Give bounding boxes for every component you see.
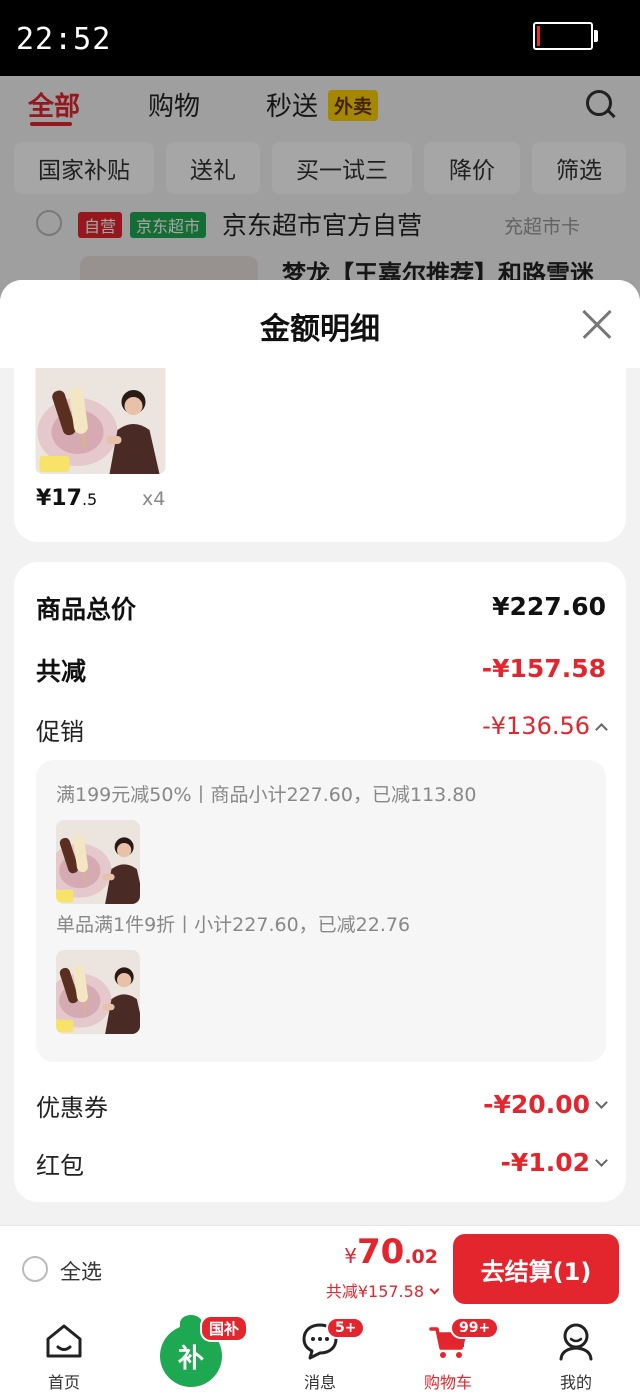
promotion-label: 促销 <box>36 718 84 746</box>
total-reduce-label: 共减 <box>36 657 87 686</box>
product-quantity: x4 <box>142 488 166 510</box>
status-bar: 22:52 <box>0 0 640 76</box>
nav-messages[interactable]: 5+ 消息 <box>256 1313 384 1400</box>
promo-rule-2: 单品满1件9折丨小计227.60，已减22.76 <box>56 914 411 936</box>
status-time: 22:52 <box>16 22 112 57</box>
promo-1-product-image <box>56 820 140 904</box>
promo-rule-1: 满199元减50%丨商品小计227.60，已减113.80 <box>56 784 477 806</box>
total-int: 70 <box>357 1232 405 1272</box>
bottom-tab-bar: 首页 补 国补 5+ 消息 99+ 购物车 我的 <box>0 1313 640 1400</box>
nav-cart[interactable]: 99+ 购物车 <box>384 1313 512 1400</box>
chevron-down-icon <box>429 1284 440 1295</box>
total-price-label: 商品总价 <box>36 595 137 624</box>
select-all-radio[interactable] <box>22 1256 48 1282</box>
profile-icon <box>559 1323 593 1361</box>
product-image <box>35 368 166 474</box>
battery-icon <box>533 22 593 50</box>
total-reduce-value: -¥157.58 <box>481 654 606 683</box>
nav-profile[interactable]: 我的 <box>512 1313 640 1400</box>
redpacket-value: -¥1.02 <box>500 1148 590 1177</box>
nav-profile-label: 我的 <box>559 1373 592 1392</box>
total-amount: ¥70.02 <box>344 1232 438 1272</box>
total-saved-toggle[interactable]: 共减¥157.58 <box>325 1278 440 1302</box>
nav-messages-label: 消息 <box>303 1373 336 1392</box>
close-icon[interactable] <box>582 310 612 340</box>
total-price-value: ¥227.60 <box>492 592 606 621</box>
promo-2-product-image <box>56 950 140 1034</box>
battery-tip <box>594 30 598 42</box>
total-saved-text: 共减¥157.58 <box>325 1282 424 1301</box>
product-price-int: ¥17 <box>36 486 82 511</box>
total-currency: ¥ <box>344 1244 357 1268</box>
subsidy-badge: 国补 <box>200 1315 249 1342</box>
home-icon <box>46 1324 82 1358</box>
promotion-value: -¥136.56 <box>482 712 590 740</box>
sheet-header: 金额明细 <box>0 280 640 368</box>
chevron-down-icon <box>595 1095 608 1109</box>
chevron-up-icon <box>595 722 608 736</box>
messages-badge: 5+ <box>326 1317 366 1339</box>
checkout-button[interactable]: 去结算(1) <box>453 1234 619 1304</box>
product-card: ¥17.5 x4 <box>14 368 626 542</box>
dim-overlay[interactable] <box>0 76 640 306</box>
amount-detail-sheet: 金额明细 ¥17.5 x4 商品总价 ¥227.60 共减 -¥157.58 促… <box>0 280 640 1225</box>
nav-home-label: 首页 <box>47 1373 80 1392</box>
total-dec: .02 <box>404 1246 438 1268</box>
nav-cart-label: 购物车 <box>423 1373 472 1392</box>
nav-home[interactable]: 首页 <box>0 1313 128 1400</box>
checkout-bar: 全选 ¥70.02 共减¥157.58 去结算(1) <box>0 1225 640 1314</box>
sheet-title: 金额明细 <box>260 312 380 347</box>
select-all-label[interactable]: 全选 <box>60 1256 102 1286</box>
coupon-value: -¥20.00 <box>483 1090 590 1119</box>
promotion-toggle[interactable]: -¥136.56 <box>482 712 608 740</box>
summary-card: 商品总价 ¥227.60 共减 -¥157.58 促销 -¥136.56 满19… <box>14 562 626 1202</box>
chevron-down-icon <box>595 1153 608 1167</box>
redpacket-toggle[interactable]: -¥1.02 <box>500 1148 608 1177</box>
redpacket-label: 红包 <box>36 1152 84 1180</box>
product-price: ¥17.5 <box>36 486 97 511</box>
nav-subsidy[interactable]: 补 国补 <box>128 1313 256 1400</box>
product-price-dec: .5 <box>81 490 98 509</box>
coupon-label: 优惠券 <box>36 1094 108 1122</box>
coupon-toggle[interactable]: -¥20.00 <box>483 1090 608 1119</box>
cart-badge: 99+ <box>450 1317 500 1339</box>
promotion-details: 满199元减50%丨商品小计227.60，已减113.80 单品满1件9折丨小计… <box>36 760 606 1062</box>
